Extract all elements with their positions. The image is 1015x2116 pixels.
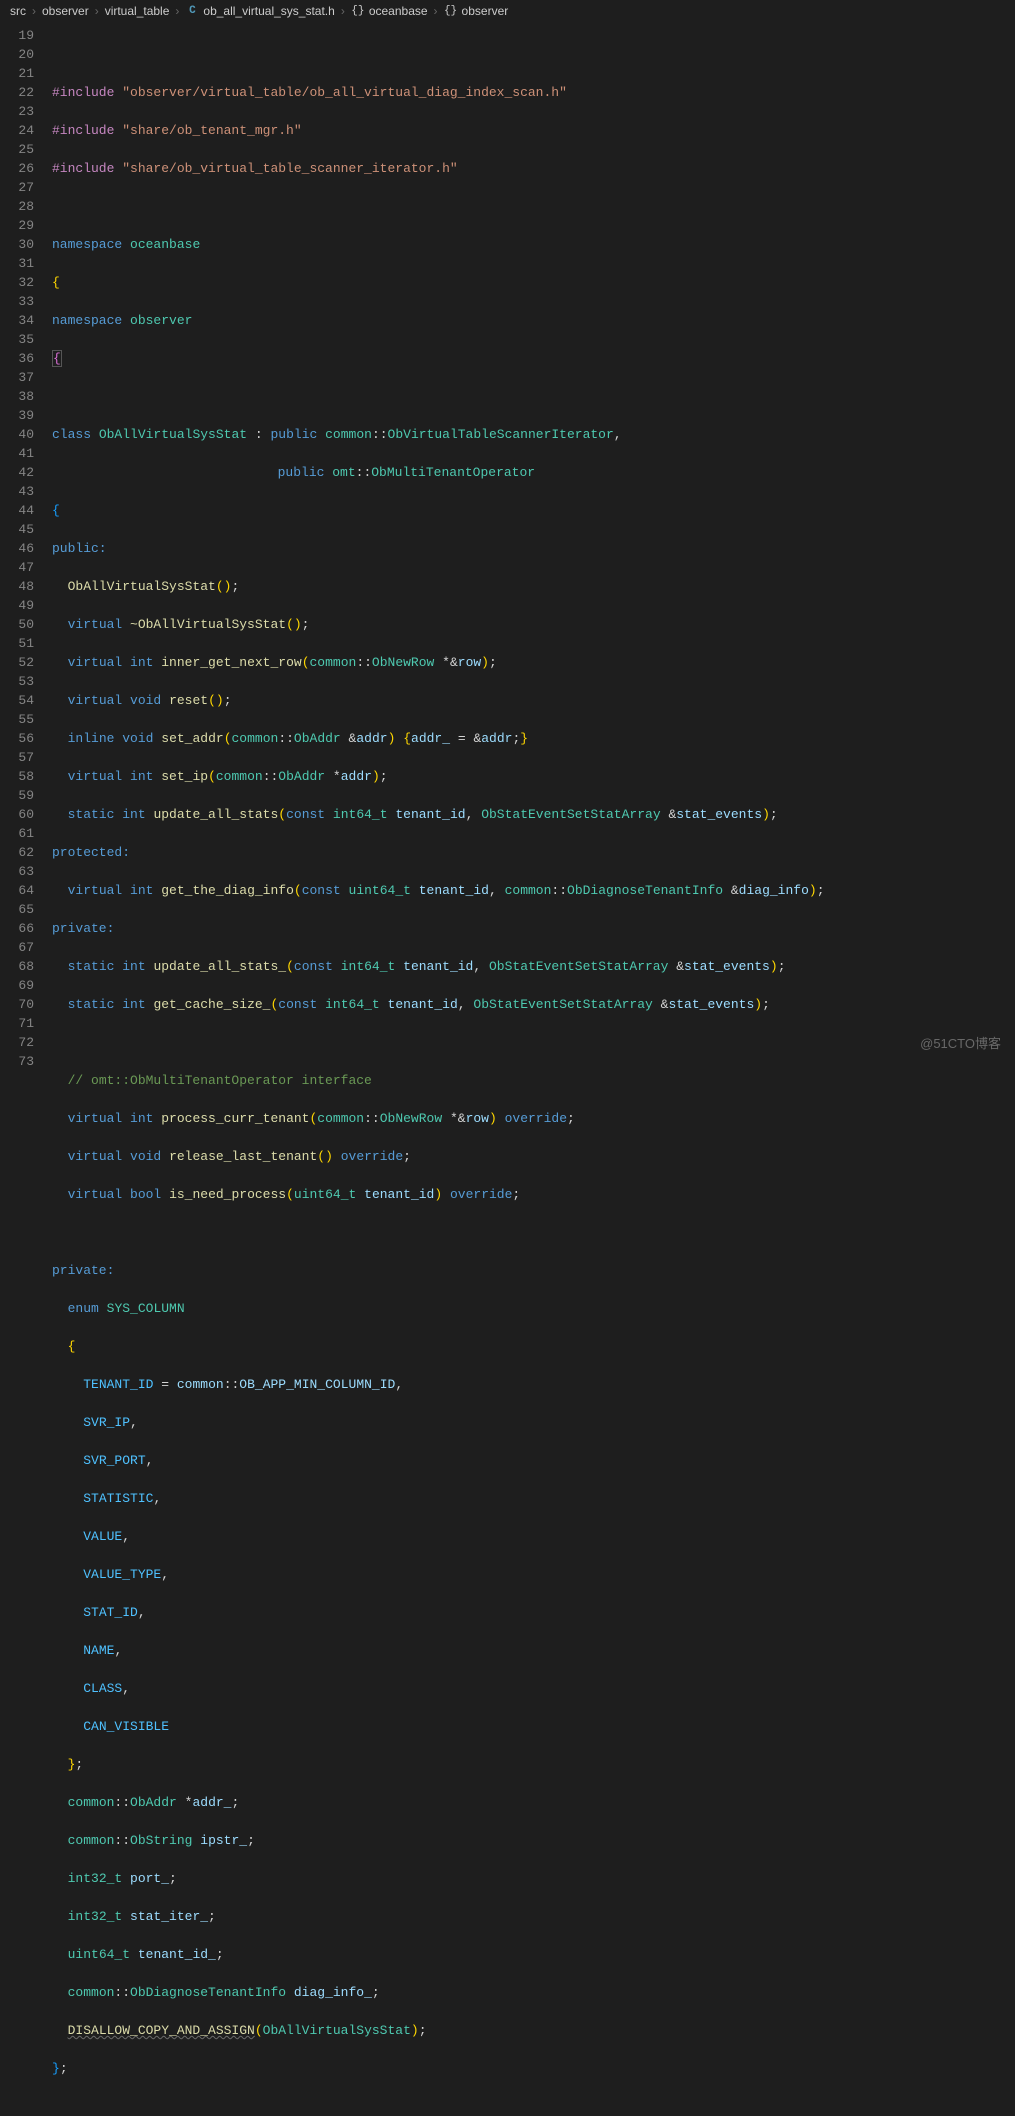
- breadcrumb: src › observer › virtual_table › C ob_al…: [0, 0, 1015, 22]
- watermark: @51CTO博客: [920, 1033, 1001, 1052]
- chevron-right-icon: ›: [173, 4, 181, 18]
- breadcrumb-item[interactable]: src: [10, 4, 26, 18]
- namespace-icon: {}: [351, 4, 365, 18]
- line-number-gutter: 1920212223242526272829303132333435363738…: [0, 26, 52, 2116]
- chevron-right-icon: ›: [432, 4, 440, 18]
- namespace-icon: {}: [444, 4, 458, 18]
- chevron-right-icon: ›: [30, 4, 38, 18]
- breadcrumb-item[interactable]: ob_all_virtual_sys_stat.h: [203, 4, 334, 18]
- code-editor[interactable]: 1920212223242526272829303132333435363738…: [0, 22, 1015, 2116]
- c-file-icon: C: [185, 4, 199, 18]
- chevron-right-icon: ›: [339, 4, 347, 18]
- breadcrumb-item[interactable]: observer: [42, 4, 89, 18]
- breadcrumb-item[interactable]: oceanbase: [369, 4, 428, 18]
- breadcrumb-item[interactable]: virtual_table: [105, 4, 170, 18]
- chevron-right-icon: ›: [93, 4, 101, 18]
- breadcrumb-item[interactable]: observer: [462, 4, 509, 18]
- code-area[interactable]: #include "observer/virtual_table/ob_all_…: [52, 26, 1015, 2116]
